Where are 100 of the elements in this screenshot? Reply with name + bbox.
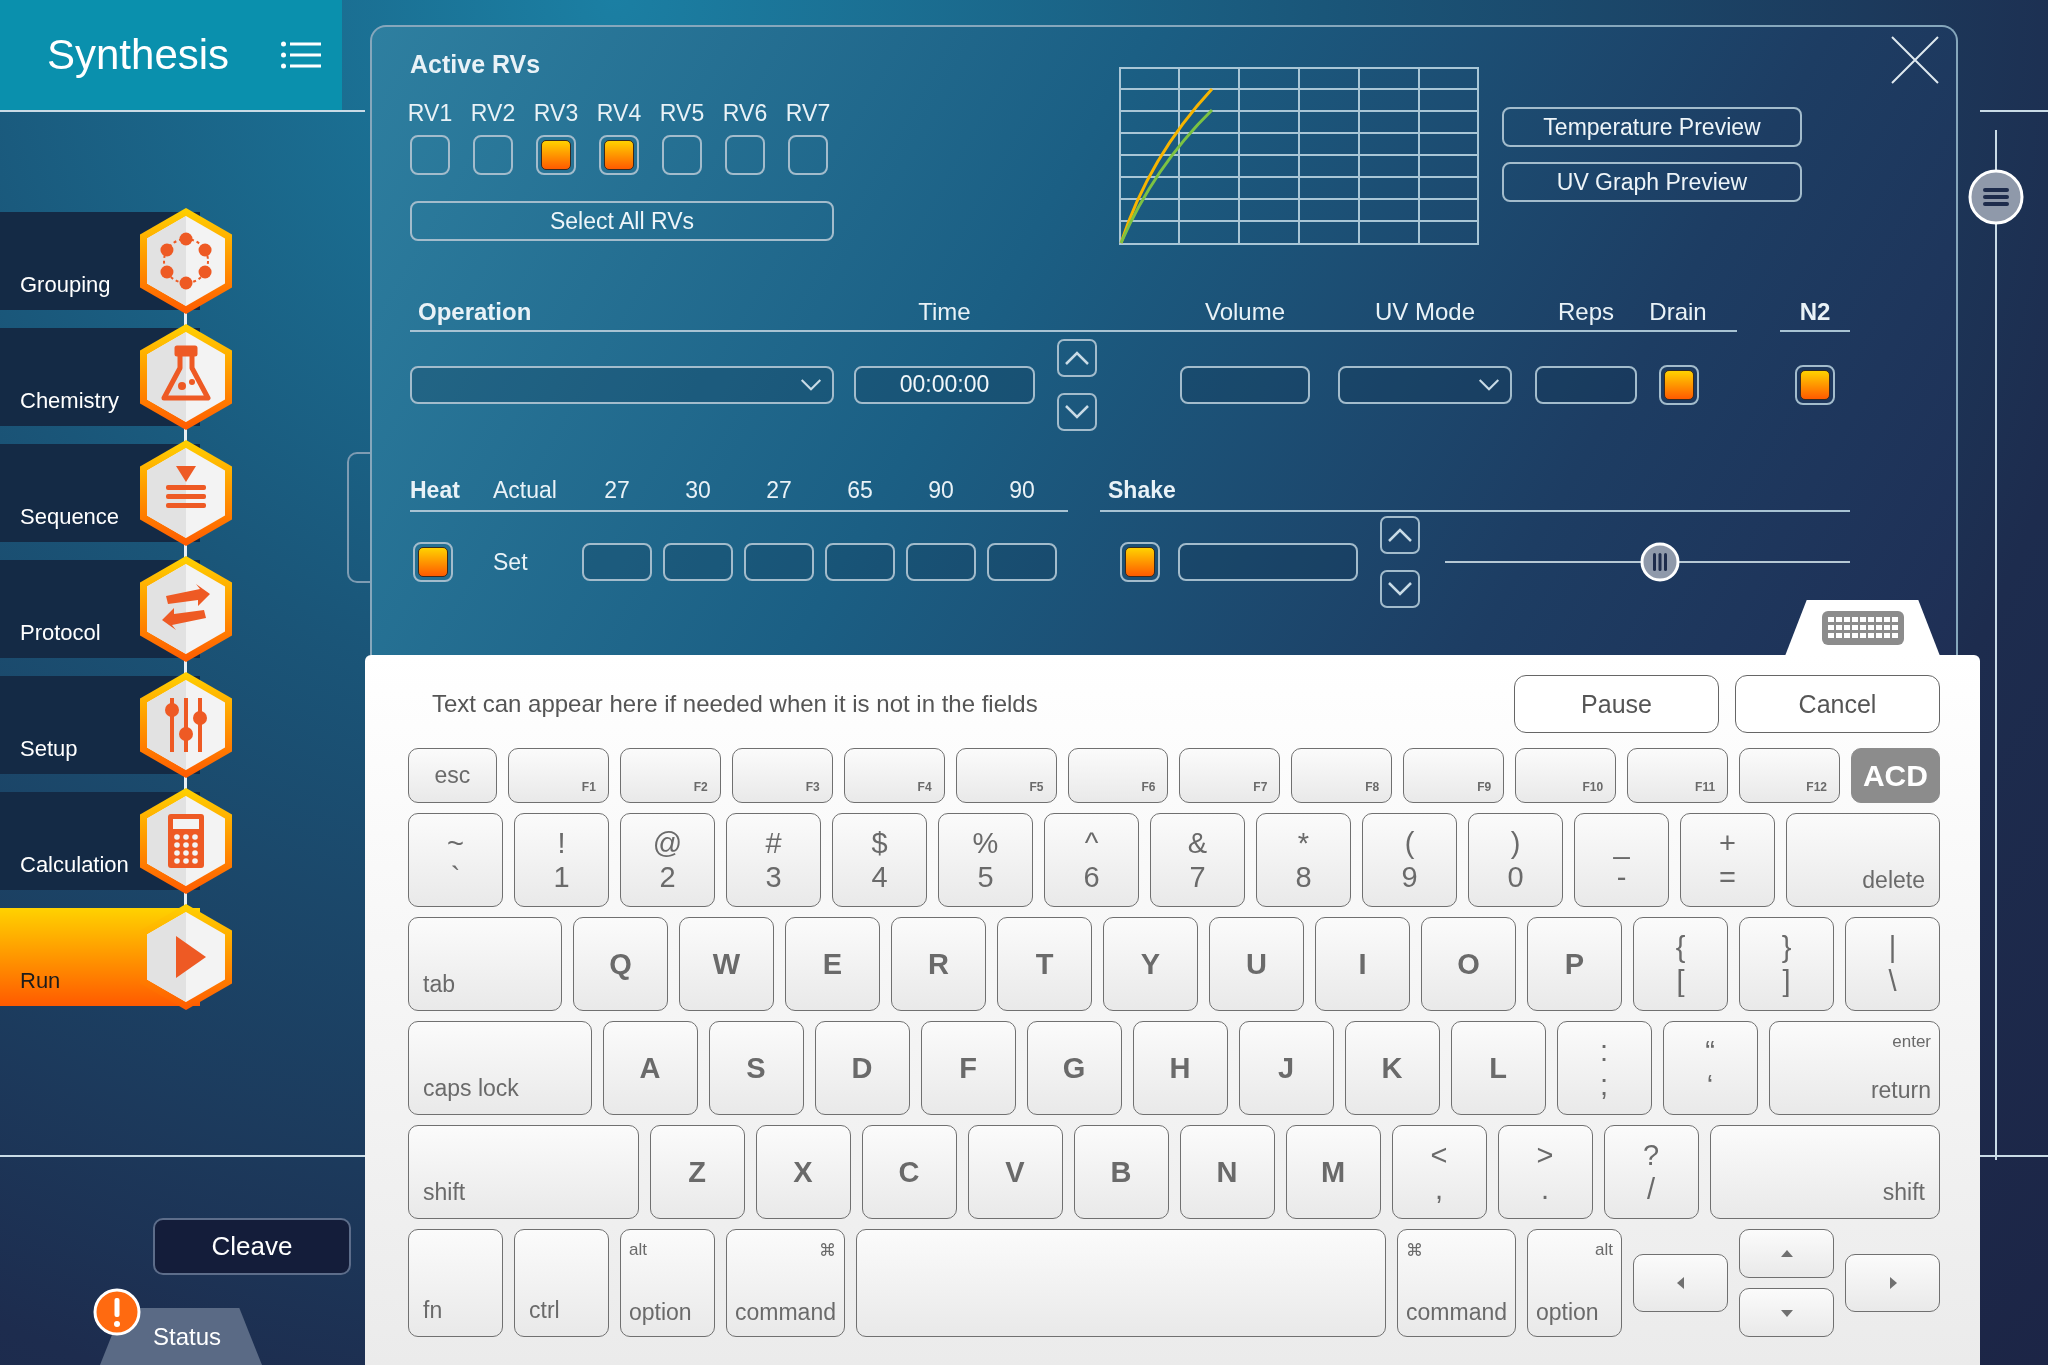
letter-key[interactable]: O	[1421, 917, 1516, 1011]
input-field[interactable]	[663, 543, 733, 581]
modifier-key[interactable]: tab	[408, 917, 562, 1011]
rv-checkbox[interactable]	[788, 135, 828, 175]
keyboard-action-button[interactable]: Pause	[1514, 675, 1719, 733]
symbol-key[interactable]: | \	[1845, 917, 1940, 1011]
rv-checkbox[interactable]	[410, 135, 450, 175]
letter-key[interactable]: T	[997, 917, 1092, 1011]
function-key[interactable]: F8	[1291, 748, 1393, 803]
letter-key[interactable]: D	[814, 1021, 910, 1115]
symbol-key[interactable]: * 8	[1256, 813, 1351, 907]
symbol-key[interactable]: { [	[1633, 917, 1728, 1011]
letter-key[interactable]: B	[1073, 1125, 1169, 1219]
acd-key[interactable]: ACD	[1851, 748, 1940, 803]
input-field[interactable]	[1180, 365, 1310, 404]
letter-key[interactable]: H	[1132, 1021, 1228, 1115]
modifier-key[interactable]: alt option	[1527, 1229, 1622, 1337]
close-icon[interactable]	[1890, 35, 1940, 85]
function-key[interactable]: F10	[1515, 748, 1617, 803]
preview-button[interactable]: UV Graph Preview	[1502, 162, 1802, 202]
modifier-key[interactable]: ⌘ command	[726, 1229, 845, 1337]
symbol-key[interactable]: % 5	[938, 813, 1033, 907]
letter-key[interactable]: Z	[649, 1125, 745, 1219]
arrow-key[interactable]	[1845, 1254, 1940, 1312]
letter-key[interactable]: A	[602, 1021, 698, 1115]
space-bar[interactable]	[856, 1229, 1386, 1337]
rv-checkbox[interactable]	[662, 135, 702, 175]
modifier-key[interactable]: caps lock	[408, 1021, 592, 1115]
modifier-key[interactable]: ctrl	[514, 1229, 609, 1337]
symbol-key[interactable]: # 3	[726, 813, 821, 907]
symbol-key[interactable]: + =	[1680, 813, 1775, 907]
keyboard-action-button[interactable]: Cancel	[1735, 675, 1940, 733]
function-key[interactable]: F1	[507, 748, 609, 803]
letter-key[interactable]: Y	[1103, 917, 1198, 1011]
letter-key[interactable]: R	[891, 917, 986, 1011]
modifier-key[interactable]: shift	[1709, 1125, 1940, 1219]
modifier-key[interactable]: delete	[1786, 813, 1940, 907]
letter-key[interactable]: C	[861, 1125, 957, 1219]
letter-key[interactable]: M	[1285, 1125, 1381, 1219]
rv-checkbox[interactable]	[599, 135, 639, 175]
rv-checkbox[interactable]	[536, 135, 576, 175]
step-up-button[interactable]	[1057, 338, 1097, 377]
letter-key[interactable]: V	[967, 1125, 1063, 1219]
symbol-key[interactable]: ~ `	[408, 813, 503, 907]
letter-key[interactable]: S	[708, 1021, 804, 1115]
modifier-key[interactable]: alt option	[620, 1229, 715, 1337]
shake-checkbox[interactable]	[1120, 542, 1160, 582]
letter-key[interactable]: J	[1238, 1021, 1334, 1115]
drain-checkbox[interactable]	[1659, 364, 1699, 405]
modifier-key[interactable]: esc	[408, 748, 497, 803]
n2-checkbox[interactable]	[1795, 364, 1835, 405]
function-key[interactable]: F7	[1179, 748, 1281, 803]
rv-checkbox[interactable]	[725, 135, 765, 175]
letter-key[interactable]: N	[1179, 1125, 1275, 1219]
symbol-key[interactable]: ^ 6	[1044, 813, 1139, 907]
slider-thumb[interactable]	[1639, 542, 1680, 582]
function-key[interactable]: F6	[1067, 748, 1169, 803]
arrow-key[interactable]	[1739, 1288, 1834, 1337]
letter-key[interactable]: X	[755, 1125, 851, 1219]
letter-key[interactable]: F	[920, 1021, 1016, 1115]
letter-key[interactable]: L	[1450, 1021, 1546, 1115]
letter-key[interactable]: U	[1209, 917, 1304, 1011]
function-key[interactable]: F3	[731, 748, 833, 803]
function-key[interactable]: F12	[1739, 748, 1840, 803]
menu-icon[interactable]	[1967, 168, 2025, 226]
input-field[interactable]	[582, 543, 652, 581]
function-key[interactable]: F9	[1403, 748, 1505, 803]
select-all-button[interactable]: Select All RVs	[410, 201, 834, 241]
shake-slider[interactable]	[1445, 542, 1850, 582]
input-field[interactable]	[906, 543, 976, 581]
function-key[interactable]: F5	[955, 748, 1057, 803]
letter-key[interactable]: G	[1026, 1021, 1122, 1115]
letter-key[interactable]: I	[1315, 917, 1410, 1011]
symbol-key[interactable]: $ 4	[832, 813, 927, 907]
cleave-button[interactable]: Cleave	[153, 1218, 351, 1275]
input-field[interactable]	[987, 543, 1057, 581]
arrow-key[interactable]	[1633, 1254, 1728, 1312]
modifier-key[interactable]: shift	[408, 1125, 639, 1219]
input-field[interactable]	[744, 543, 814, 581]
modifier-key[interactable]: ⌘ command	[1397, 1229, 1516, 1337]
input-field[interactable]	[825, 543, 895, 581]
modifier-key[interactable]: enter return	[1768, 1021, 1940, 1115]
letter-key[interactable]: W	[679, 917, 774, 1011]
symbol-key[interactable]: ) 0	[1468, 813, 1563, 907]
symbol-key[interactable]: ? /	[1603, 1125, 1699, 1219]
symbol-key[interactable]: } ]	[1739, 917, 1834, 1011]
input-field[interactable]	[1178, 543, 1358, 581]
letter-key[interactable]: E	[785, 917, 880, 1011]
symbol-key[interactable]: _ -	[1574, 813, 1669, 907]
function-key[interactable]: F11	[1627, 748, 1729, 803]
arrow-key[interactable]	[1739, 1229, 1834, 1278]
symbol-key[interactable]: < ,	[1391, 1125, 1487, 1219]
heat-checkbox[interactable]	[413, 542, 453, 582]
symbol-key[interactable]: ! 1	[514, 813, 609, 907]
step-down-button[interactable]	[1057, 392, 1097, 431]
letter-key[interactable]: K	[1344, 1021, 1440, 1115]
step-up-button[interactable]	[1380, 516, 1420, 554]
step-down-button[interactable]	[1380, 570, 1420, 608]
symbol-key[interactable]: “ ‘	[1662, 1021, 1758, 1115]
letter-key[interactable]: P	[1527, 917, 1622, 1011]
